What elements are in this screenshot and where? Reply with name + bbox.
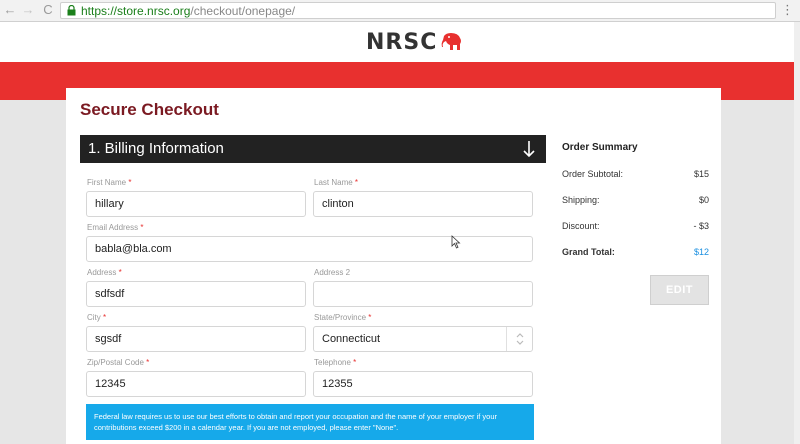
subtotal-value: $15 xyxy=(693,169,709,179)
browser-menu-icon[interactable]: ⋮ xyxy=(781,3,794,17)
state-value: Connecticut xyxy=(322,333,381,345)
city-label-text: City xyxy=(87,313,101,322)
required-mark: * xyxy=(146,358,150,367)
subtotal-label: Order Subtotal: xyxy=(562,169,624,179)
lock-icon xyxy=(67,5,76,16)
mouse-cursor-icon xyxy=(451,235,461,249)
zip-label: Zip/Postal Code * xyxy=(87,358,149,367)
zip-label-text: Zip/Postal Code xyxy=(87,358,144,367)
address2-input[interactable] xyxy=(313,281,533,307)
email-label-text: Email Address xyxy=(87,223,139,232)
state-label-text: State/Province xyxy=(314,313,367,322)
city-label: City * xyxy=(87,313,106,322)
discount-label: Discount: xyxy=(562,221,600,231)
email-input[interactable]: babla@bla.com xyxy=(86,236,533,262)
elephant-icon xyxy=(442,33,462,50)
reload-button[interactable]: C xyxy=(40,2,56,18)
shipping-value: $0 xyxy=(698,195,709,205)
telephone-label: Telephone * xyxy=(314,358,356,367)
required-mark: * xyxy=(118,268,122,277)
state-label: State/Province * xyxy=(314,313,371,322)
address-input[interactable]: sdfsdf xyxy=(86,281,306,307)
page-title: Secure Checkout xyxy=(80,100,219,119)
telephone-input[interactable]: 12355 xyxy=(313,371,533,397)
url-scheme: https:// xyxy=(81,4,118,18)
state-select[interactable]: Connecticut xyxy=(313,326,533,352)
arrow-down-icon xyxy=(523,141,535,158)
zip-input[interactable]: 12345 xyxy=(86,371,306,397)
email-label: Email Address * xyxy=(87,223,144,232)
federal-law-notice: Federal law requires us to use our best … xyxy=(86,404,534,440)
shipping-label: Shipping: xyxy=(562,195,600,205)
edit-button[interactable]: EDIT xyxy=(650,275,709,305)
grand-total-value: $12 xyxy=(693,247,709,257)
logo-text: NRSC xyxy=(366,29,438,55)
section-title: 1. Billing Information xyxy=(88,140,224,157)
last-name-label: Last Name * xyxy=(314,178,358,187)
first-name-label-text: First Name xyxy=(87,178,127,187)
forward-button[interactable]: → xyxy=(20,2,36,18)
required-mark: * xyxy=(353,358,357,367)
nrsc-logo[interactable]: NRSC xyxy=(366,28,463,56)
url-host: store.nrsc.org xyxy=(117,4,191,18)
url-path: /checkout/onepage/ xyxy=(190,4,296,18)
city-input[interactable]: sgsdf xyxy=(86,326,306,352)
order-summary-title: Order Summary xyxy=(562,142,638,153)
required-mark: * xyxy=(128,178,132,187)
address-bar[interactable]: https://store.nrsc.org/checkout/onepage/ xyxy=(60,2,776,19)
grand-total-label: Grand Total: xyxy=(562,247,615,257)
billing-section-header[interactable]: 1. Billing Information xyxy=(80,135,546,163)
required-mark: * xyxy=(140,223,144,232)
checkout-card: Secure Checkout 1. Billing Information F… xyxy=(66,88,721,444)
required-mark: * xyxy=(354,178,359,187)
site-header: NRSC xyxy=(0,22,800,62)
url-text: https://store.nrsc.org/checkout/onepage/ xyxy=(81,4,295,18)
telephone-label-text: Telephone xyxy=(314,358,351,367)
back-button[interactable]: ← xyxy=(2,2,18,18)
last-name-input[interactable]: clinton xyxy=(313,191,533,217)
discount-value: - $3 xyxy=(693,221,709,231)
first-name-input[interactable]: hillary xyxy=(86,191,306,217)
select-arrows-icon xyxy=(506,327,532,351)
required-mark: * xyxy=(103,313,107,322)
address2-label: Address 2 xyxy=(314,268,351,277)
address-label-text: Address xyxy=(87,268,117,277)
address-label: Address * xyxy=(87,268,122,277)
first-name-label: First Name * xyxy=(87,178,131,187)
browser-toolbar: ← → C https://store.nrsc.org/checkout/on… xyxy=(0,0,800,22)
last-name-label-text: Last Name xyxy=(314,178,353,187)
page-scrollbar[interactable] xyxy=(794,22,800,444)
required-mark: * xyxy=(368,313,372,322)
